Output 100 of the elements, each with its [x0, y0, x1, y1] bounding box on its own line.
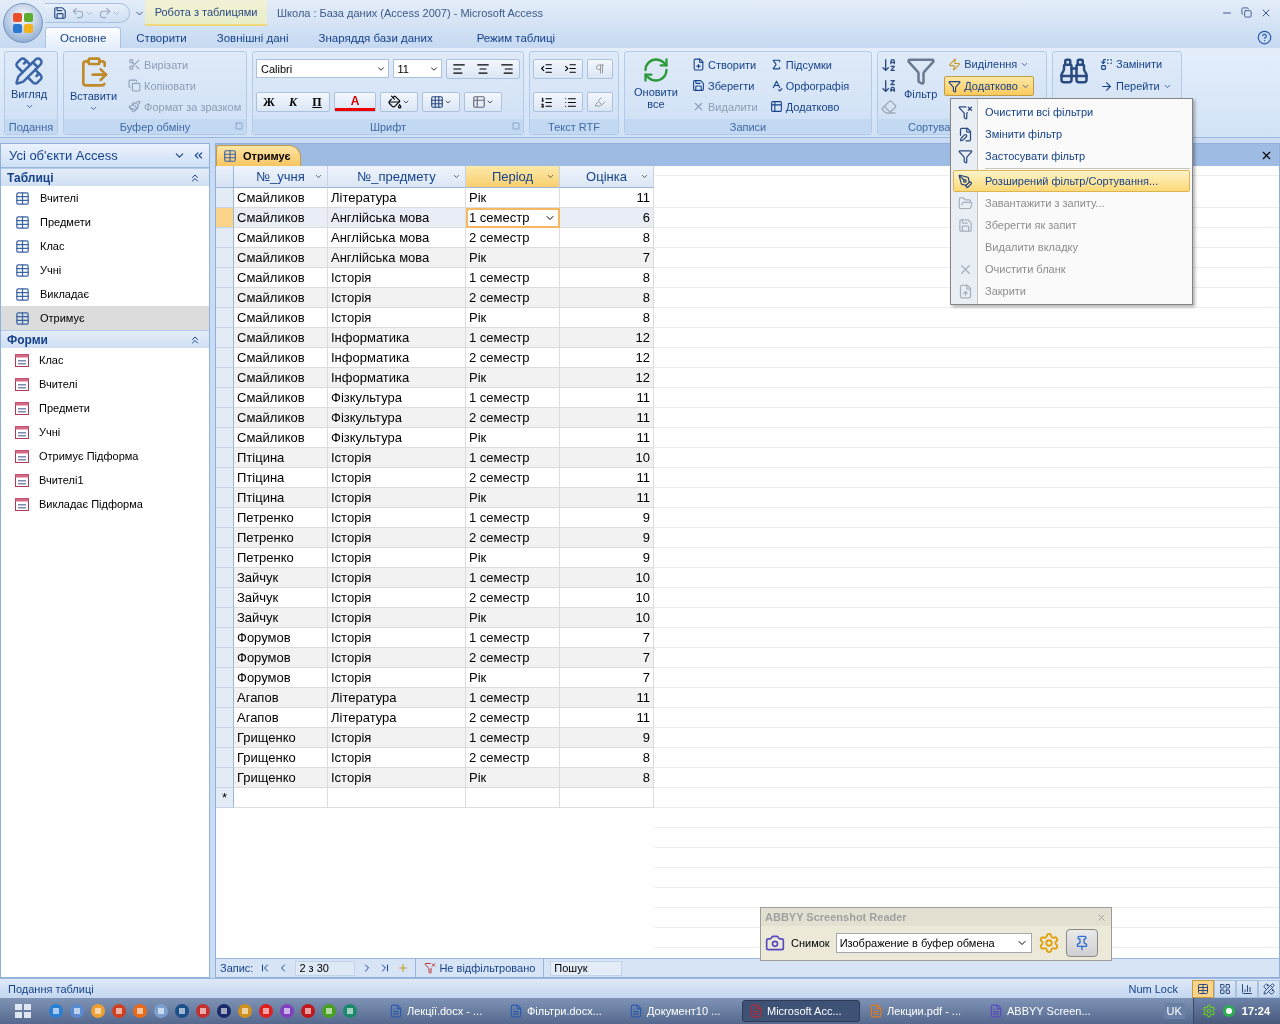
row-selector[interactable]: [216, 288, 234, 308]
dialog-launcher-icon[interactable]: [512, 122, 520, 130]
record-button[interactable]: Підсумки: [765, 54, 854, 75]
navigation-item[interactable]: Викладає Підформа: [1, 492, 209, 516]
mode-select[interactable]: Изображение в буфер обмена: [835, 933, 1032, 953]
navigation-item[interactable]: Предмети: [1, 210, 209, 234]
taskbar-button[interactable]: Лекции.pdf - ...: [862, 1000, 980, 1022]
find-option-button[interactable]: Замінити: [1096, 54, 1176, 74]
launcher-icon[interactable]: [237, 1003, 253, 1019]
row-selector[interactable]: [216, 608, 234, 628]
row-selector[interactable]: [216, 448, 234, 468]
menu-item[interactable]: Застосувати фільтр: [953, 145, 1190, 167]
row-selector[interactable]: [216, 668, 234, 688]
select-all-corner[interactable]: [216, 166, 234, 188]
navigation-group-header[interactable]: Форми: [1, 330, 209, 348]
launcher-icon[interactable]: [216, 1003, 232, 1019]
row-selector[interactable]: [216, 408, 234, 428]
record-button[interactable]: Зберегти: [688, 75, 762, 96]
record-button[interactable]: Додатково: [765, 96, 854, 117]
row-selector[interactable]: [216, 248, 234, 268]
italic-button[interactable]: К: [281, 93, 305, 112]
refresh-all-button[interactable]: Оновити все: [628, 54, 684, 117]
navigation-item[interactable]: Учні: [1, 258, 209, 282]
launcher-icon[interactable]: [321, 1003, 337, 1019]
record-number-field[interactable]: 2 з 30: [295, 960, 356, 976]
close-icon[interactable]: [1260, 7, 1272, 19]
restore-icon[interactable]: [1241, 7, 1252, 18]
pin-button[interactable]: [1065, 929, 1098, 957]
row-selector[interactable]: [216, 508, 234, 528]
row-selector[interactable]: [216, 768, 234, 788]
launcher-icon[interactable]: [153, 1003, 169, 1019]
view-switch-button[interactable]: [1258, 979, 1280, 998]
filter-button[interactable]: Фільтр: [901, 54, 941, 117]
row-selector[interactable]: [216, 688, 234, 708]
launcher-icon[interactable]: [69, 1003, 85, 1019]
taskbar-button[interactable]: Фільтри.docx...: [502, 1000, 620, 1022]
filter-option-button[interactable]: Виділення: [944, 54, 1034, 74]
column-header[interactable]: Період: [466, 166, 560, 188]
launcher-icon[interactable]: [195, 1003, 211, 1019]
launcher-icon[interactable]: [342, 1003, 358, 1019]
filter-option-button[interactable]: Додатково: [944, 76, 1034, 96]
navigation-item[interactable]: Клас: [1, 348, 209, 372]
row-selector[interactable]: [216, 708, 234, 728]
row-selector[interactable]: [216, 228, 234, 248]
column-header[interactable]: Оцінка: [560, 166, 654, 188]
language-indicator[interactable]: UK: [1163, 1003, 1185, 1019]
navigation-item[interactable]: Предмети: [1, 396, 209, 420]
launcher-icon[interactable]: [279, 1003, 295, 1019]
ribbon-tab[interactable]: Режим таблиці: [461, 27, 571, 48]
launcher-icon[interactable]: [132, 1003, 148, 1019]
row-selector[interactable]: [216, 188, 234, 208]
new-record-cell[interactable]: [466, 788, 560, 808]
launcher-icon[interactable]: [174, 1003, 190, 1019]
filter-status-button[interactable]: Не відфільтровано: [415, 959, 545, 977]
row-selector[interactable]: [216, 588, 234, 608]
gear-icon[interactable]: [1201, 1004, 1216, 1018]
row-selector[interactable]: [216, 308, 234, 328]
taskbar-button[interactable]: Лекції.docx - ...: [382, 1000, 500, 1022]
ring-icon[interactable]: [1221, 1004, 1236, 1018]
navigation-item[interactable]: Учні: [1, 420, 209, 444]
cell-editor[interactable]: 1 семестр: [466, 208, 560, 228]
row-selector[interactable]: [216, 528, 234, 548]
view-button[interactable]: Вигляд: [8, 54, 51, 117]
view-switch-button[interactable]: [1192, 979, 1214, 998]
sort-descending-icon[interactable]: [881, 77, 897, 94]
menu-item[interactable]: Очистити всі фільтри: [953, 101, 1190, 123]
row-selector[interactable]: [216, 428, 234, 448]
navigation-item[interactable]: Вчителі: [1, 186, 209, 210]
row-selector[interactable]: [216, 728, 234, 748]
ribbon-tab[interactable]: Зовнішні дані: [201, 27, 304, 48]
navigation-item[interactable]: Вчителі: [1, 372, 209, 396]
navigation-item[interactable]: Вчителі1: [1, 468, 209, 492]
row-selector[interactable]: [216, 468, 234, 488]
row-selector[interactable]: [216, 368, 234, 388]
new-record-icon[interactable]: [397, 962, 410, 974]
row-selector[interactable]: [216, 548, 234, 568]
row-selector[interactable]: [216, 648, 234, 668]
camera-icon[interactable]: [765, 933, 785, 953]
row-selector[interactable]: [216, 628, 234, 648]
find-option-button[interactable]: Перейти: [1096, 76, 1176, 96]
launcher-icon[interactable]: [300, 1003, 316, 1019]
help-icon[interactable]: [1257, 30, 1272, 45]
view-switch-button[interactable]: [1214, 979, 1236, 998]
navigation-item[interactable]: Отримує: [1, 306, 209, 330]
font-color-button[interactable]: A: [335, 93, 375, 112]
launcher-icon[interactable]: [111, 1003, 127, 1019]
font-name-field[interactable]: Calibri: [256, 59, 389, 79]
navigation-item[interactable]: Клас: [1, 234, 209, 258]
record-button[interactable]: Орфографія: [765, 75, 854, 96]
menu-item[interactable]: Розширений фільтр/Сортування...: [953, 170, 1190, 192]
row-selector[interactable]: [216, 328, 234, 348]
row-selector[interactable]: [216, 568, 234, 588]
sort-ascending-icon[interactable]: [881, 56, 897, 73]
save-button[interactable]: [53, 6, 67, 20]
row-selector[interactable]: [216, 208, 234, 228]
ribbon-tab[interactable]: Знаряддя бази даних: [303, 27, 448, 48]
column-header[interactable]: №_учня: [234, 166, 328, 188]
record-button[interactable]: Створити: [688, 54, 762, 75]
launcher-icon[interactable]: [258, 1003, 274, 1019]
view-switch-button[interactable]: [1236, 979, 1258, 998]
